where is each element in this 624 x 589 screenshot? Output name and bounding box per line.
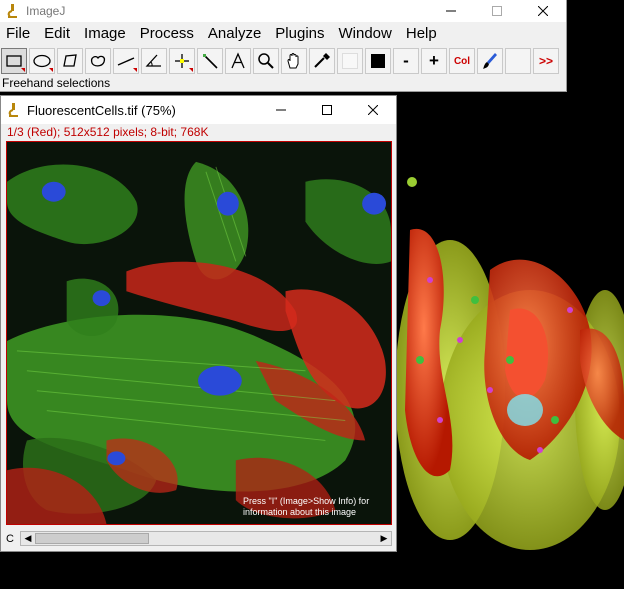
maximize-icon bbox=[322, 105, 332, 115]
app-title: ImageJ bbox=[26, 4, 66, 18]
zoom-out-button[interactable]: - bbox=[393, 48, 419, 74]
scroll-thumb[interactable] bbox=[35, 533, 149, 544]
channel-label: C bbox=[6, 532, 14, 545]
text-tool[interactable] bbox=[225, 48, 251, 74]
scroll-right-arrow[interactable]: ▶ bbox=[377, 532, 391, 545]
tool-bar: - + Col >> bbox=[0, 46, 566, 76]
image-info-line: 1/3 (Red); 512x512 pixels; 8-bit; 768K bbox=[7, 125, 209, 139]
menu-plugins[interactable]: Plugins bbox=[269, 22, 332, 46]
minimize-icon bbox=[276, 109, 286, 111]
zoom-in-button[interactable]: + bbox=[421, 48, 447, 74]
maximize-icon bbox=[492, 6, 502, 16]
wand-tool-icon bbox=[203, 54, 218, 69]
close-icon bbox=[538, 6, 548, 16]
foreground-color-swatch[interactable] bbox=[365, 48, 391, 74]
image-title-bar[interactable]: FluorescentCells.tif (75%) bbox=[1, 96, 396, 124]
freehand-tool-icon bbox=[90, 55, 106, 67]
maximize-button[interactable] bbox=[474, 0, 520, 22]
color-tool-label: Col bbox=[453, 55, 471, 67]
polygon-tool-icon bbox=[63, 54, 77, 67]
angle-tool[interactable] bbox=[141, 48, 167, 74]
close-icon bbox=[368, 105, 378, 115]
magnifier-icon bbox=[258, 53, 274, 69]
magnifier-tool[interactable] bbox=[253, 48, 279, 74]
menu-process[interactable]: Process bbox=[134, 22, 202, 46]
fluorescent-cells-image bbox=[7, 142, 391, 524]
overlay-line-2: information about this image bbox=[243, 507, 357, 517]
blank-tool-slot[interactable] bbox=[505, 48, 531, 74]
image-minimize-button[interactable] bbox=[258, 96, 304, 124]
image-overlay-hint: Press "I" (Image>Show Info) for informat… bbox=[243, 496, 383, 518]
point-tool[interactable] bbox=[169, 48, 195, 74]
color-picker-tool[interactable] bbox=[309, 48, 335, 74]
hand-tool[interactable] bbox=[281, 48, 307, 74]
menu-bar: File Edit Image Process Analyze Plugins … bbox=[0, 22, 566, 46]
menu-analyze[interactable]: Analyze bbox=[202, 22, 269, 46]
menu-edit[interactable]: Edit bbox=[38, 22, 78, 46]
status-bar: Freehand selections bbox=[2, 76, 111, 90]
imagej-main-window: ImageJ File Edit Image Process Analyze P… bbox=[0, 0, 567, 92]
close-button[interactable] bbox=[520, 0, 566, 22]
microscope-icon bbox=[7, 4, 17, 18]
channel-scrollbar[interactable]: ◀ ▶ bbox=[20, 531, 392, 546]
microscope-icon bbox=[8, 103, 18, 117]
scroll-left-arrow[interactable]: ◀ bbox=[21, 532, 35, 545]
angle-tool-icon bbox=[145, 54, 161, 67]
color-picker-icon bbox=[314, 53, 330, 68]
minimize-button[interactable] bbox=[428, 0, 474, 22]
brush-icon bbox=[483, 53, 497, 69]
more-tools-label: >> bbox=[538, 54, 553, 68]
image-canvas[interactable]: Press "I" (Image>Show Info) for informat… bbox=[6, 141, 392, 525]
brush-tool[interactable] bbox=[477, 48, 503, 74]
image-window: FluorescentCells.tif (75%) 1/3 (Red); 51… bbox=[0, 95, 397, 552]
more-tools-button[interactable]: >> bbox=[533, 48, 559, 74]
freehand-tool[interactable] bbox=[85, 48, 111, 74]
hand-icon bbox=[287, 53, 299, 69]
menu-help[interactable]: Help bbox=[400, 22, 445, 46]
rectangle-tool[interactable] bbox=[1, 48, 27, 74]
foreground-color-swatch-blank[interactable] bbox=[337, 48, 363, 74]
main-title-bar[interactable]: ImageJ bbox=[0, 0, 566, 22]
wand-tool[interactable] bbox=[197, 48, 223, 74]
menu-file[interactable]: File bbox=[0, 22, 38, 46]
oval-tool[interactable] bbox=[29, 48, 55, 74]
overlay-line-1: Press "I" (Image>Show Info) for bbox=[243, 496, 370, 506]
3d-render-background bbox=[395, 177, 624, 550]
line-tool[interactable] bbox=[113, 48, 139, 74]
image-title: FluorescentCells.tif (75%) bbox=[27, 102, 176, 118]
image-maximize-button[interactable] bbox=[304, 96, 350, 124]
menu-window[interactable]: Window bbox=[333, 22, 400, 46]
text-tool-icon bbox=[231, 52, 245, 69]
image-close-button[interactable] bbox=[350, 96, 396, 124]
polygon-tool[interactable] bbox=[57, 48, 83, 74]
menu-image[interactable]: Image bbox=[78, 22, 134, 46]
channel-scroll-row: C ◀ ▶ bbox=[6, 530, 392, 547]
color-tool[interactable]: Col bbox=[449, 48, 475, 74]
minimize-icon bbox=[446, 10, 456, 12]
